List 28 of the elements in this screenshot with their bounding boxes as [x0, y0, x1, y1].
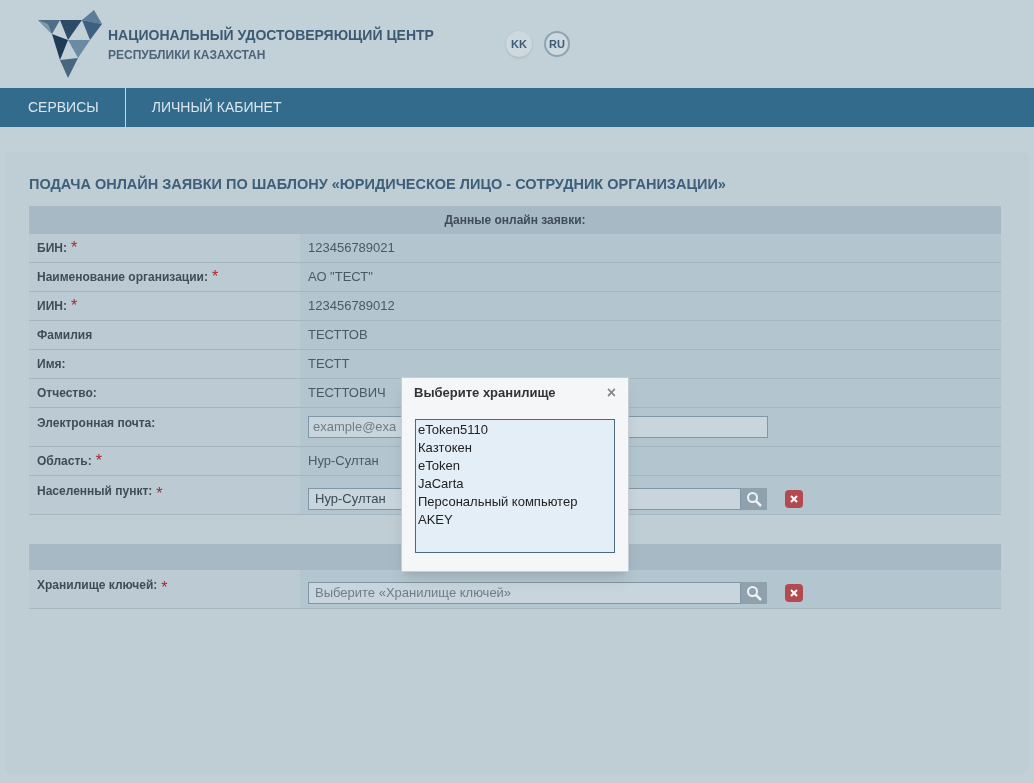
- field-value: АО "ТЕСТ": [308, 268, 373, 286]
- required-mark: *: [95, 450, 102, 471]
- field-value: ТЕСТТОВ: [308, 326, 368, 344]
- field-label: Наименование организации:: [37, 268, 208, 286]
- field-label: Электронная почта:: [37, 414, 156, 432]
- site-title: НАЦИОНАЛЬНЫЙ УДОСТОВЕРЯЮЩИЙ ЦЕНТР: [108, 25, 434, 45]
- required-mark: *: [156, 483, 163, 504]
- required-mark: *: [211, 266, 219, 287]
- field-label: Населенный пункт:: [37, 482, 153, 500]
- field-value: Нур-Султан: [308, 452, 379, 470]
- field-label: Хранилище ключей:: [37, 576, 158, 594]
- field-label: Область:: [37, 452, 92, 470]
- field-value: ТЕСТТ: [308, 355, 350, 373]
- field-value: 123456789012: [308, 297, 395, 315]
- table-heading: Данные онлайн заявки:: [29, 205, 1001, 234]
- required-mark: *: [70, 237, 78, 258]
- field-label: Фамилия: [37, 326, 93, 344]
- field-label: Имя:: [37, 355, 66, 373]
- required-mark: *: [161, 577, 168, 598]
- page-title: ПОДАЧА ОНЛАЙН ЗАЯВКИ ПО ШАБЛОНУ «ЮРИДИЧЕСКОЕ ЛИЦО - СОТРУДНИК ОРГАНИЗАЦИИ»: [29, 174, 727, 194]
- field-label: БИН:: [37, 239, 67, 257]
- dialog-title: Выберите хранилище: [414, 384, 556, 403]
- field-label: ИИН:: [37, 297, 67, 315]
- field-label: Отчество:: [37, 384, 97, 402]
- required-mark: *: [70, 295, 78, 316]
- field-value: 123456789021: [308, 239, 395, 257]
- site-subtitle: РЕСПУБЛИКИ КАЗАХСТАН: [108, 46, 267, 64]
- field-value: ТЕСТТОВИЧ: [308, 384, 386, 402]
